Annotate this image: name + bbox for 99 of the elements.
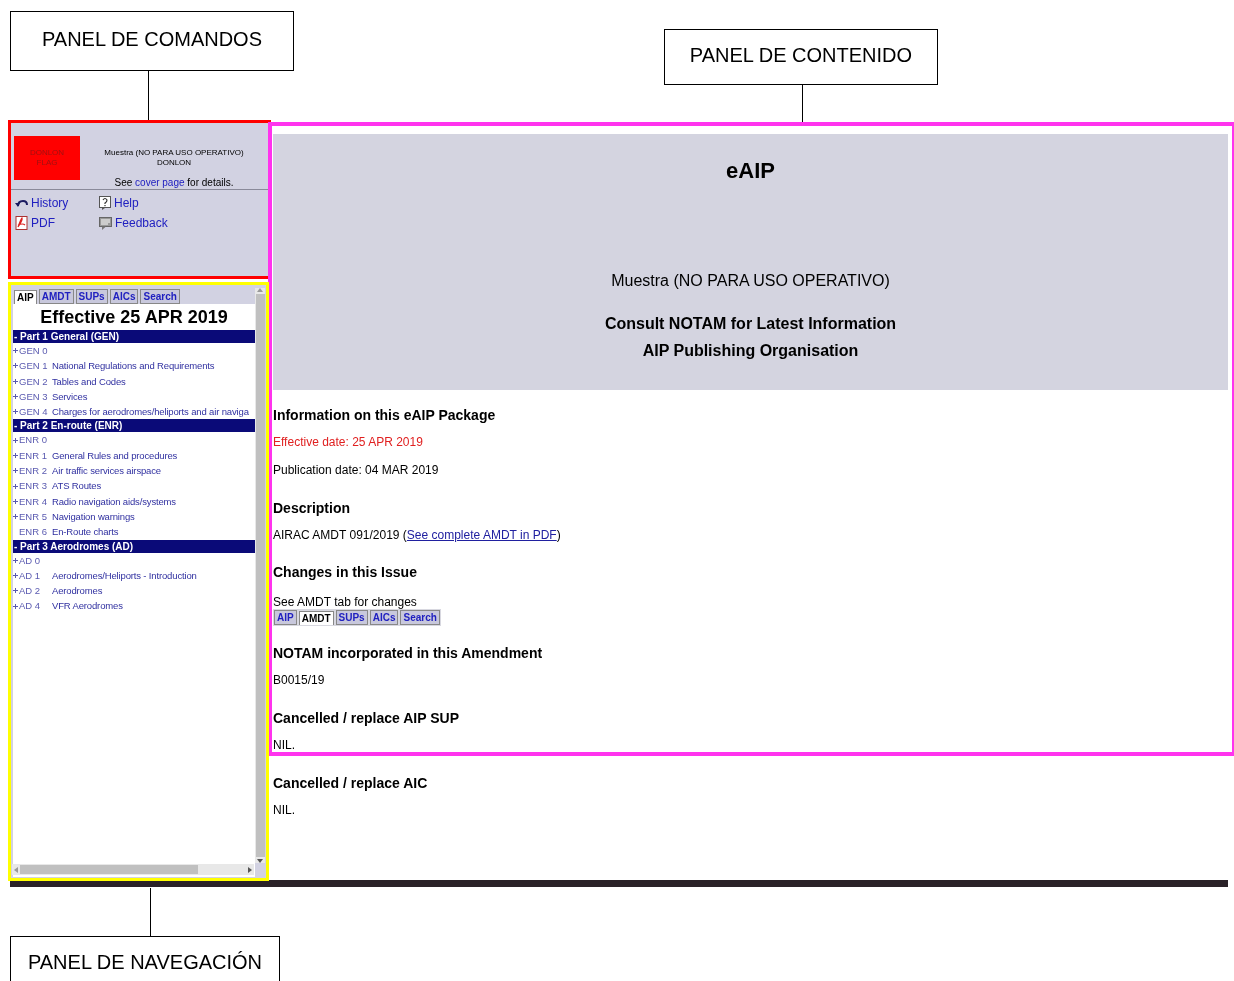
flag-panel: DONLON FLAG [14, 136, 80, 180]
undo-icon [15, 198, 28, 208]
details-text: See cover page for details. [114, 176, 234, 190]
part-header[interactable]: - Part 3 Aerodromes (AD) [13, 539, 255, 553]
body-text: NIL. [273, 802, 296, 818]
tab[interactable]: Search [140, 289, 180, 304]
tree-item-code[interactable]: ENR 5 [19, 508, 52, 525]
horizontal-scrollbar[interactable] [12, 864, 254, 875]
callout-label: PANEL DE CONTENIDO [664, 29, 938, 85]
expand-icon[interactable] [13, 483, 18, 489]
expand-icon[interactable] [13, 378, 18, 384]
tab[interactable]: AIP [274, 610, 297, 625]
tree-item-title[interactable]: Navigation warnings [52, 508, 135, 525]
expand-icon[interactable] [13, 514, 18, 520]
tree-item-code[interactable]: ENR 3 [19, 478, 52, 494]
tree-item-code[interactable]: AD 0 [19, 552, 52, 568]
nav-link[interactable]: PDF [31, 214, 55, 232]
tab[interactable]: AMDT [298, 611, 334, 625]
expand-icon[interactable] [13, 468, 18, 474]
tree-item-title[interactable]: Tables and Codes [52, 373, 126, 389]
tab[interactable]: Search [400, 610, 440, 625]
header-line: AIP Publishing Organisation [642, 341, 859, 361]
tree-item-title[interactable]: General Rules and procedures [52, 447, 178, 464]
effective-date-text: Effective date: 25 APR 2019 [273, 434, 424, 450]
sample-notice: Muestra (NO PARA USO OPERATIVO) [611, 271, 890, 291]
section-heading: Information on this eAIP Package [273, 406, 497, 425]
section-heading: Cancelled / replace AIC [273, 774, 429, 793]
nav-link[interactable]: Help [114, 194, 139, 212]
tree-item-code[interactable]: AD 4 [19, 598, 52, 614]
pdf-icon [15, 216, 28, 230]
tree-item-code[interactable]: AD 2 [19, 583, 52, 599]
nav-link[interactable]: Feedback [115, 214, 168, 232]
tree-item-code[interactable]: ENR 6 [19, 524, 52, 540]
scroll-right-icon[interactable] [248, 866, 252, 873]
expand-icon[interactable] [13, 437, 18, 443]
tree-item-title[interactable]: ATS Routes [52, 478, 101, 494]
scroll-down-icon[interactable] [257, 859, 263, 863]
help-icon [99, 196, 111, 210]
tab[interactable]: SUPs [75, 289, 108, 304]
section-heading: Cancelled / replace AIP SUP [273, 709, 460, 728]
expand-icon[interactable] [13, 394, 18, 400]
tree-item-title[interactable]: Aerodromes/Heliports - Introduction [52, 567, 197, 584]
tree-item-title[interactable]: Radio navigation aids/systems [52, 493, 176, 509]
section-heading: Description [273, 499, 351, 518]
feedback-icon [99, 216, 112, 230]
tab[interactable]: AICs [369, 610, 399, 625]
body-text: NIL. [273, 737, 296, 753]
scrollbar-thumb[interactable] [20, 865, 198, 874]
leader-line [802, 85, 803, 122]
section-heading: Changes in this Issue [273, 563, 418, 582]
tab[interactable]: SUPs [335, 610, 368, 625]
tab[interactable]: AIP [14, 290, 37, 304]
body-text: B0015/19 [273, 672, 326, 688]
expand-icon[interactable] [13, 363, 18, 369]
tree-item-code[interactable]: ENR 2 [19, 463, 52, 479]
section-heading: NOTAM incorporated in this Amendment [273, 644, 544, 663]
tab[interactable]: AMDT [38, 289, 74, 304]
notice-text: Muestra (NO PARA USO OPERATIVO) [104, 148, 244, 158]
expand-icon[interactable] [13, 603, 18, 609]
callout-label: PANEL DE NAVEGACIÓN [10, 936, 280, 981]
tree-item-code[interactable]: ENR 4 [19, 493, 52, 509]
notice-text: DONLON [156, 158, 192, 168]
tree-item-code[interactable]: ENR 1 [19, 447, 52, 464]
description-text: AIRAC AMDT 091/2019 (See complete AMDT in PDF) [273, 527, 562, 543]
nav-link[interactable]: History [31, 194, 69, 212]
expand-icon[interactable] [13, 348, 18, 354]
tree-item-title[interactable]: En-Route charts [52, 524, 119, 540]
callout-label: PANEL DE COMANDOS [10, 11, 294, 71]
tree-item-code[interactable]: GEN 1 [19, 358, 52, 374]
expand-icon[interactable] [13, 588, 18, 594]
tree-item-code[interactable]: GEN 2 [19, 373, 52, 389]
leader-line [150, 888, 151, 936]
expand-icon[interactable] [13, 573, 18, 578]
body-text: See AMDT tab for changes [273, 595, 418, 609]
expand-icon[interactable] [13, 498, 18, 504]
tree-item-code[interactable]: GEN 4 [19, 404, 52, 420]
tree-item-title[interactable]: National Regulations and Requirements [52, 358, 215, 374]
tree-item-title[interactable]: Services [52, 388, 88, 405]
tree-item-code[interactable]: GEN 0 [19, 343, 52, 359]
tree-item-title[interactable]: Aerodromes [52, 583, 103, 599]
effective-title: Effective 25 APR 2019 [39, 306, 229, 329]
expand-icon[interactable] [13, 409, 18, 415]
tree-item-code[interactable]: ENR 0 [19, 432, 52, 448]
pdf-link[interactable]: See complete AMDT in PDF [406, 528, 557, 542]
part-header[interactable]: - Part 2 En-route (ENR) [13, 419, 255, 433]
cover-page-link[interactable]: cover page [135, 177, 185, 188]
part-header[interactable]: - Part 1 General (GEN) [13, 330, 255, 343]
page-title: eAIP [726, 157, 775, 185]
expand-icon[interactable] [13, 452, 18, 458]
tree-item-code[interactable]: AD 1 [19, 567, 52, 584]
leader-line [148, 71, 149, 120]
body-text: Publication date: 04 MAR 2019 [273, 462, 440, 478]
expand-icon[interactable] [13, 557, 18, 563]
tree-item-title[interactable]: Charges for aerodromes/heliports and air naviga [52, 404, 249, 420]
tree-item-code[interactable]: GEN 3 [19, 388, 52, 405]
header-line: Consult NOTAM for Latest Information [604, 314, 897, 334]
tab[interactable]: AICs [109, 289, 139, 304]
tree-item-title[interactable]: VFR Aerodromes [52, 598, 123, 614]
tree-item-title[interactable]: Air traffic services airspace [52, 463, 161, 479]
